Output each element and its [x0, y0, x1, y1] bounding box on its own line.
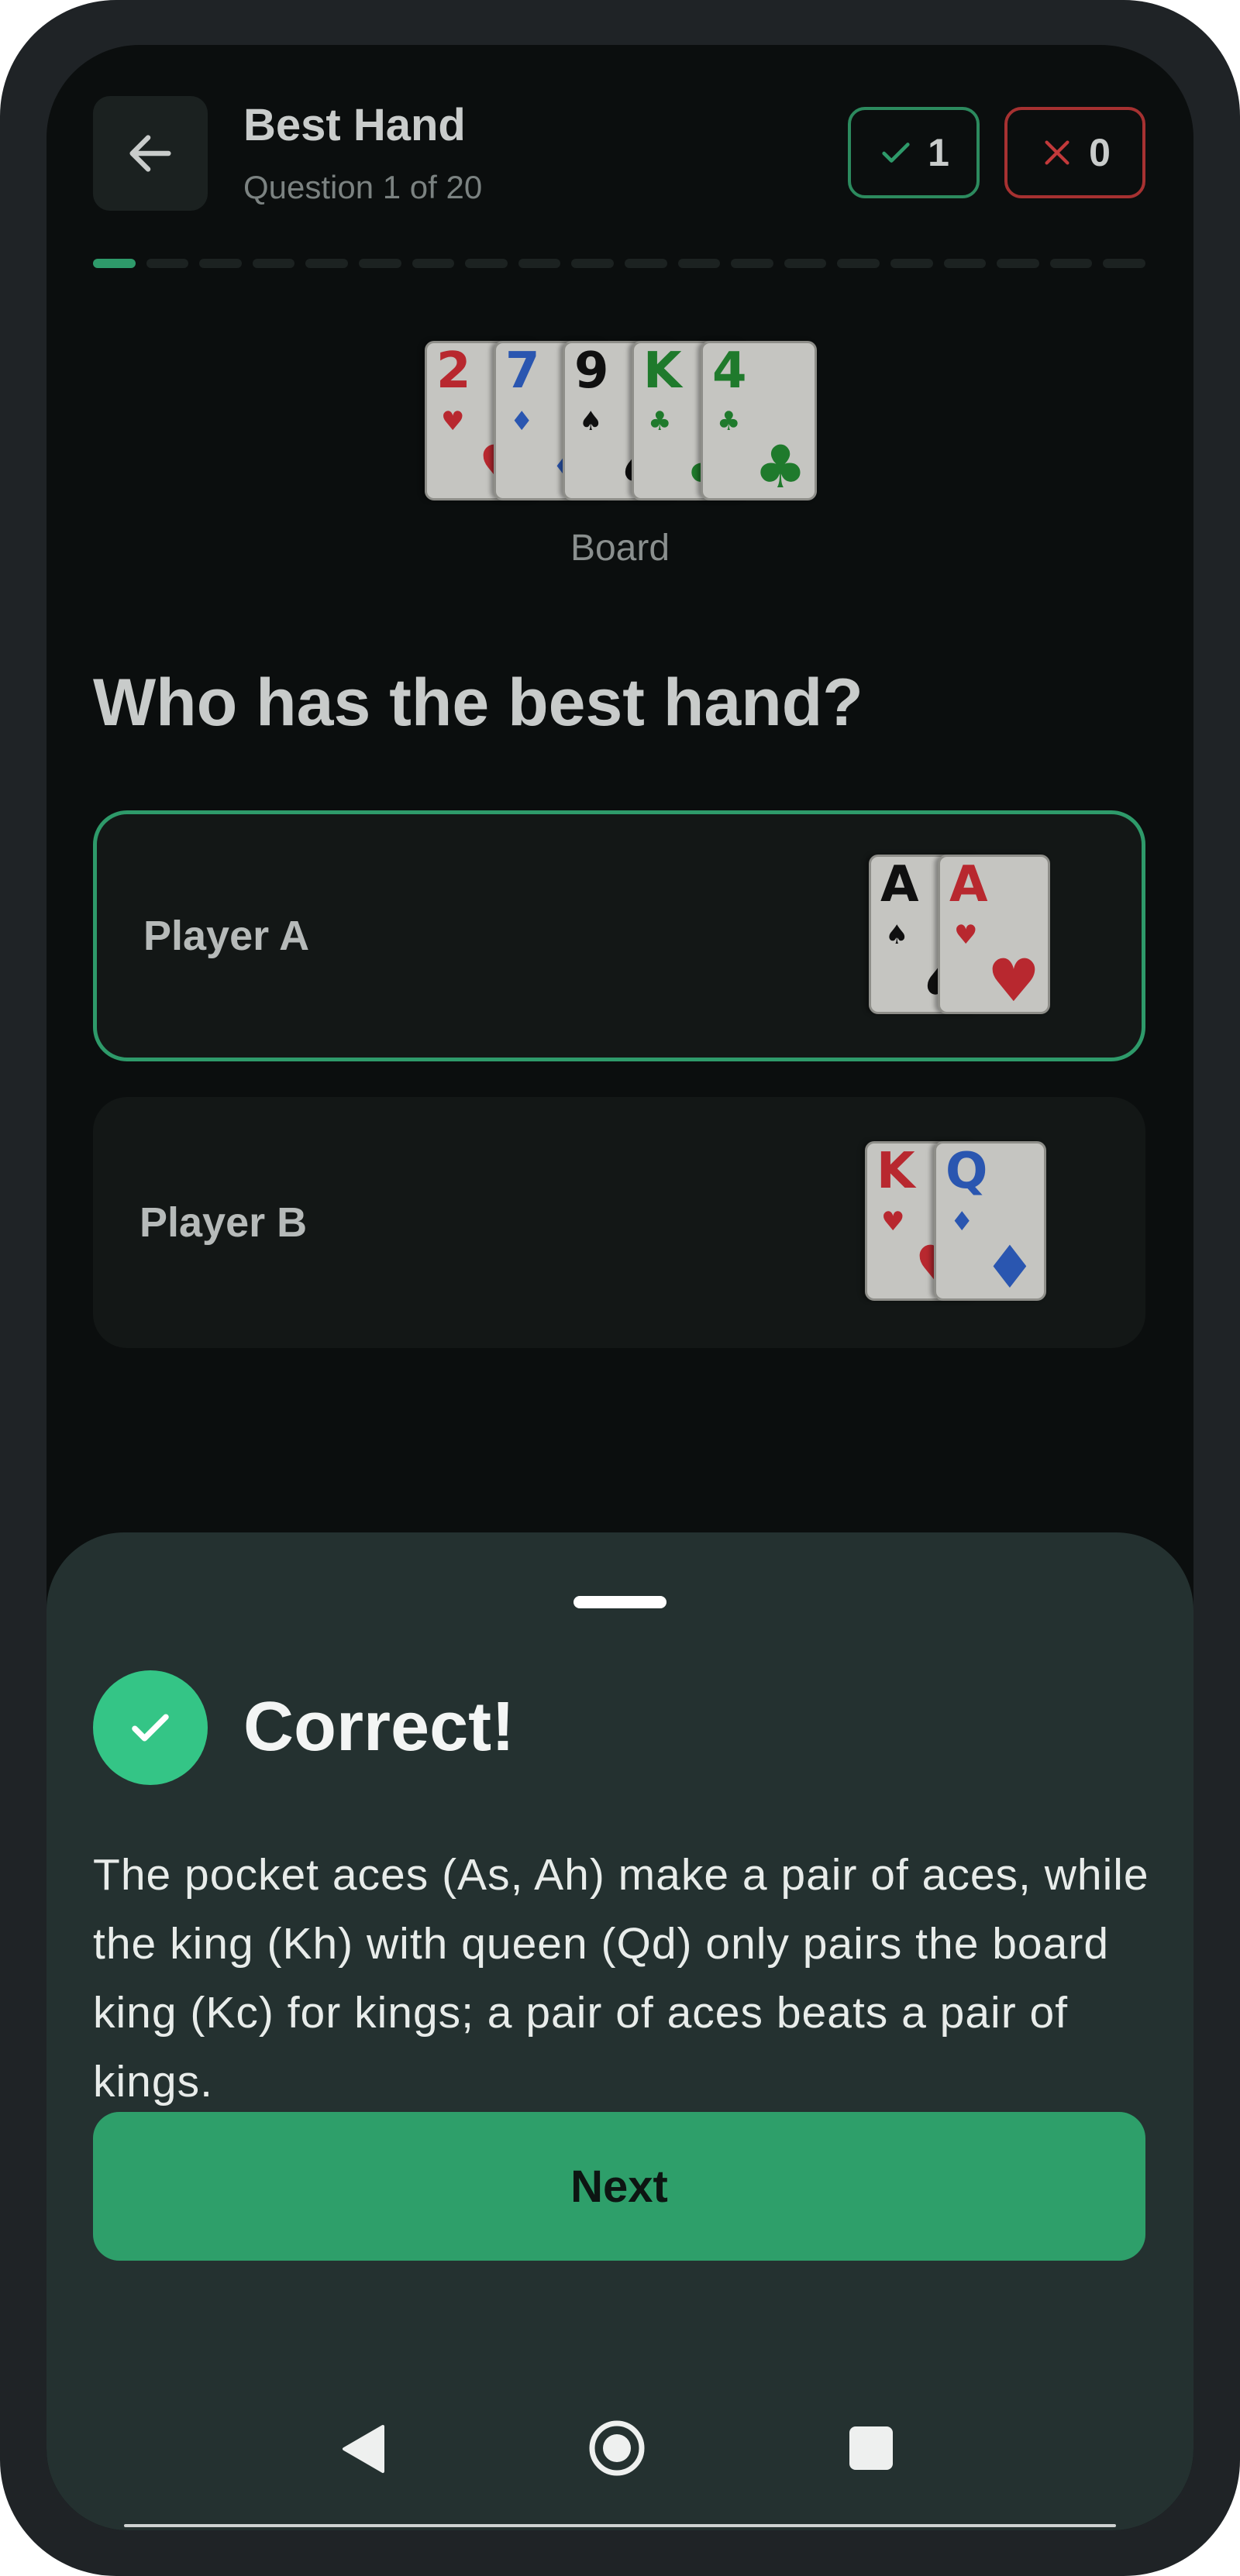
progress-segment	[1049, 259, 1093, 268]
progress-segment	[624, 259, 667, 268]
progress-segment	[199, 259, 242, 268]
card-suit-icon: ♦	[510, 406, 534, 437]
result-title: Correct!	[243, 1688, 515, 1766]
wrong-count: 0	[1089, 131, 1111, 174]
feedback-sheet: Correct! The pocket aces (As, Ah) make a…	[46, 1532, 1194, 2530]
card-rank: 4	[712, 342, 747, 400]
card-suit-icon: ♥	[441, 406, 465, 437]
x-icon	[1045, 140, 1070, 165]
card-rank: 2	[436, 342, 471, 400]
option-player-b[interactable]: Player B K♥♥Q♦♦	[93, 1097, 1145, 1348]
progress-bar	[93, 259, 1145, 270]
back-button[interactable]	[93, 96, 208, 211]
card-suit-icon: ♣	[753, 432, 807, 500]
card-rank: Q	[946, 1143, 988, 1200]
correct-count: 1	[928, 131, 949, 174]
card-suit-icon: ♥	[954, 920, 978, 951]
app-screen: Best Hand Question 1 of 20 1 0 2 ♥ ♥ 7 ♦ ♦ 9 ♠ ♠…	[46, 45, 1194, 2530]
correct-score-badge: 1	[848, 107, 980, 198]
card-suit-icon: ♦	[950, 1206, 974, 1237]
next-button[interactable]: Next	[93, 2112, 1145, 2261]
circle-home-icon	[589, 2420, 645, 2476]
playing-card: Q ♦ ♦	[934, 1141, 1046, 1301]
card-rank: A	[880, 856, 919, 913]
arrow-left-icon	[129, 135, 171, 172]
progress-segment	[465, 259, 508, 268]
playing-card: A ♥ ♥	[938, 855, 1050, 1014]
question-text: Who has the best hand?	[93, 665, 863, 740]
progress-segment	[943, 259, 987, 268]
card-rank: 7	[505, 342, 540, 400]
progress-segment	[252, 259, 295, 268]
explanation-text: The pocket aces (As, Ah) make a pair of …	[93, 1850, 1149, 2107]
progress-segment	[890, 259, 933, 268]
card-suit-icon: ♥	[881, 1206, 905, 1237]
progress-segment	[784, 259, 827, 268]
nav-back-button[interactable]	[339, 2423, 386, 2475]
card-suit-icon: ♣	[648, 406, 672, 437]
gesture-bar	[124, 2524, 1116, 2527]
progress-segment	[358, 259, 401, 268]
square-recents-icon[interactable]	[849, 2426, 893, 2470]
device-frame: Best Hand Question 1 of 20 1 0 2 ♥ ♥ 7 ♦ ♦ 9 ♠ ♠…	[0, 0, 1240, 2576]
page-title: Best Hand	[243, 100, 466, 150]
check-icon	[882, 143, 910, 163]
option-player-a[interactable]: Player A A♠♠A♥♥	[93, 810, 1145, 1061]
card-rank: K	[643, 342, 682, 400]
progress-segment	[305, 259, 348, 268]
check-icon	[132, 1714, 169, 1742]
progress-segment	[571, 259, 614, 268]
question-counter: Question 1 of 20	[243, 169, 483, 205]
nav-home-button[interactable]	[587, 2419, 646, 2478]
card-suit-icon: ♠	[885, 920, 909, 951]
progress-segment	[731, 259, 773, 268]
progress-segment	[412, 259, 455, 268]
card-rank: A	[949, 856, 988, 913]
option-label: Player A	[143, 913, 310, 959]
card-rank: K	[877, 1143, 915, 1200]
system-nav-bar	[46, 2420, 1194, 2516]
progress-segment	[93, 259, 136, 268]
card-suit-icon: ♣	[717, 406, 741, 437]
progress-segment	[1103, 259, 1145, 268]
sheet-drag-handle[interactable]	[574, 1596, 666, 1608]
playing-card: 4 ♣ ♣	[701, 341, 817, 500]
board-label: Board	[570, 528, 670, 569]
card-rank: 9	[574, 342, 609, 400]
triangle-back-icon	[343, 2425, 384, 2473]
success-check-icon	[93, 1670, 208, 1785]
wrong-score-badge: 0	[1004, 107, 1145, 198]
progress-segment	[997, 259, 1039, 268]
card-suit-icon: ♦	[983, 1233, 1036, 1301]
progress-segment	[677, 259, 721, 268]
card-suit-icon: ♠	[579, 406, 603, 437]
progress-segment	[837, 259, 880, 268]
card-suit-icon: ♥	[987, 946, 1040, 1014]
progress-segment	[518, 259, 561, 268]
progress-segment	[146, 259, 189, 268]
option-label: Player B	[140, 1199, 308, 1246]
